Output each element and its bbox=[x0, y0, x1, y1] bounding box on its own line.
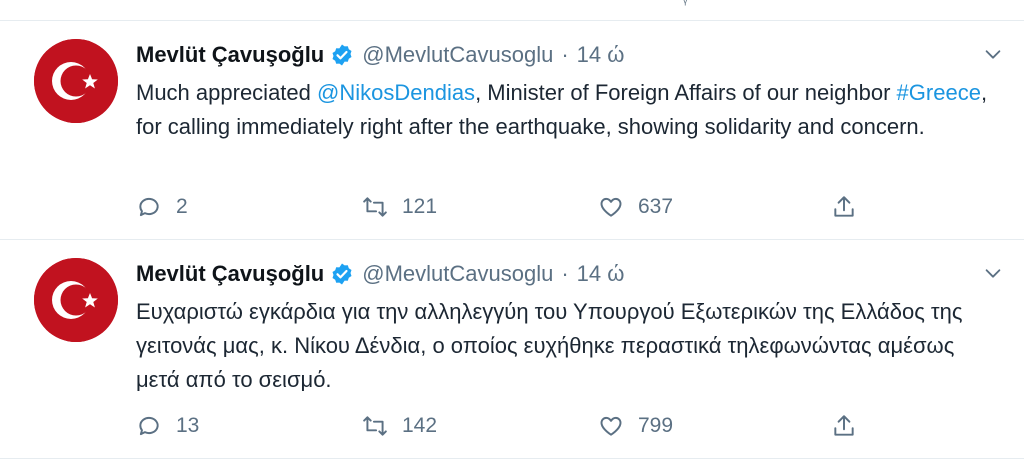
reply-icon bbox=[139, 197, 159, 217]
reply-button[interactable]: 13 bbox=[136, 410, 199, 442]
separator-dot: · bbox=[561, 261, 569, 286]
avatar[interactable] bbox=[34, 39, 118, 123]
tweet-actions: 2 121 637 bbox=[136, 191, 896, 223]
reply-count: 13 bbox=[176, 414, 200, 437]
mention-link[interactable]: @NikosDendias bbox=[317, 80, 475, 105]
tweet-timestamp[interactable]: 14 ώ bbox=[577, 42, 625, 68]
retweet-icon bbox=[363, 197, 387, 217]
previous-tweet-partial-glyph: ᵞ bbox=[683, 0, 688, 10]
tweet[interactable]: Mevlüt Çavuşoğlu @MevlutCavusoglu · 14 ώ… bbox=[0, 21, 1024, 240]
tweet-text-part: Much appreciated bbox=[136, 80, 317, 105]
chevron-down-icon[interactable] bbox=[982, 43, 1004, 65]
verified-badge-icon bbox=[330, 262, 354, 286]
reply-count: 2 bbox=[176, 195, 188, 218]
heart-icon bbox=[600, 197, 622, 217]
reply-button[interactable]: 2 bbox=[136, 191, 188, 223]
tweet-actions: 13 142 799 bbox=[136, 410, 896, 442]
retweet-count: 121 bbox=[402, 195, 438, 218]
tweet-text-part: Ευχαριστώ εγκάρδια για την αλληλεγγύη το… bbox=[136, 299, 963, 392]
share-icon bbox=[834, 196, 854, 217]
reply-icon bbox=[139, 416, 159, 436]
retweet-button[interactable]: 121 bbox=[362, 191, 437, 223]
tweet-timestamp[interactable]: 14 ώ bbox=[577, 261, 625, 287]
turkish-flag-icon bbox=[34, 258, 118, 342]
verified-badge-icon bbox=[330, 43, 354, 67]
tweet-text-part: , Minister of Foreign Affairs of our nei… bbox=[475, 80, 897, 105]
tweet-text: Much appreciated @NikosDendias, Minister… bbox=[136, 76, 996, 144]
author-name[interactable]: Mevlüt Çavuşoğlu bbox=[136, 261, 324, 287]
share-button[interactable] bbox=[831, 191, 857, 223]
avatar[interactable] bbox=[34, 258, 118, 342]
author-handle[interactable]: @MevlutCavusoglu bbox=[362, 261, 553, 287]
previous-tweet-edge: ᵞ bbox=[0, 0, 1024, 21]
share-icon bbox=[834, 415, 854, 436]
share-button[interactable] bbox=[831, 410, 857, 442]
like-button[interactable]: 799 bbox=[598, 410, 673, 442]
hashtag-link[interactable]: #Greece bbox=[897, 80, 981, 105]
like-count: 637 bbox=[638, 195, 674, 218]
tweet-header: Mevlüt Çavuşoğlu @MevlutCavusoglu · 14 ώ bbox=[136, 40, 624, 70]
chevron-down-icon[interactable] bbox=[982, 262, 1004, 284]
retweet-button[interactable]: 142 bbox=[362, 410, 437, 442]
turkish-flag-icon bbox=[34, 39, 118, 123]
like-count: 799 bbox=[638, 414, 674, 437]
retweet-icon bbox=[363, 416, 387, 436]
tweet-header: Mevlüt Çavuşoğlu @MevlutCavusoglu · 14 ώ bbox=[136, 259, 624, 289]
author-handle[interactable]: @MevlutCavusoglu bbox=[362, 42, 553, 68]
tweet[interactable]: Mevlüt Çavuşoğlu @MevlutCavusoglu · 14 ώ… bbox=[0, 240, 1024, 459]
like-button[interactable]: 637 bbox=[598, 191, 673, 223]
tweet-text: Ευχαριστώ εγκάρδια για την αλληλεγγύη το… bbox=[136, 295, 996, 397]
heart-icon bbox=[600, 416, 622, 436]
retweet-count: 142 bbox=[402, 414, 438, 437]
separator-dot: · bbox=[561, 42, 569, 67]
author-name[interactable]: Mevlüt Çavuşoğlu bbox=[136, 42, 324, 68]
